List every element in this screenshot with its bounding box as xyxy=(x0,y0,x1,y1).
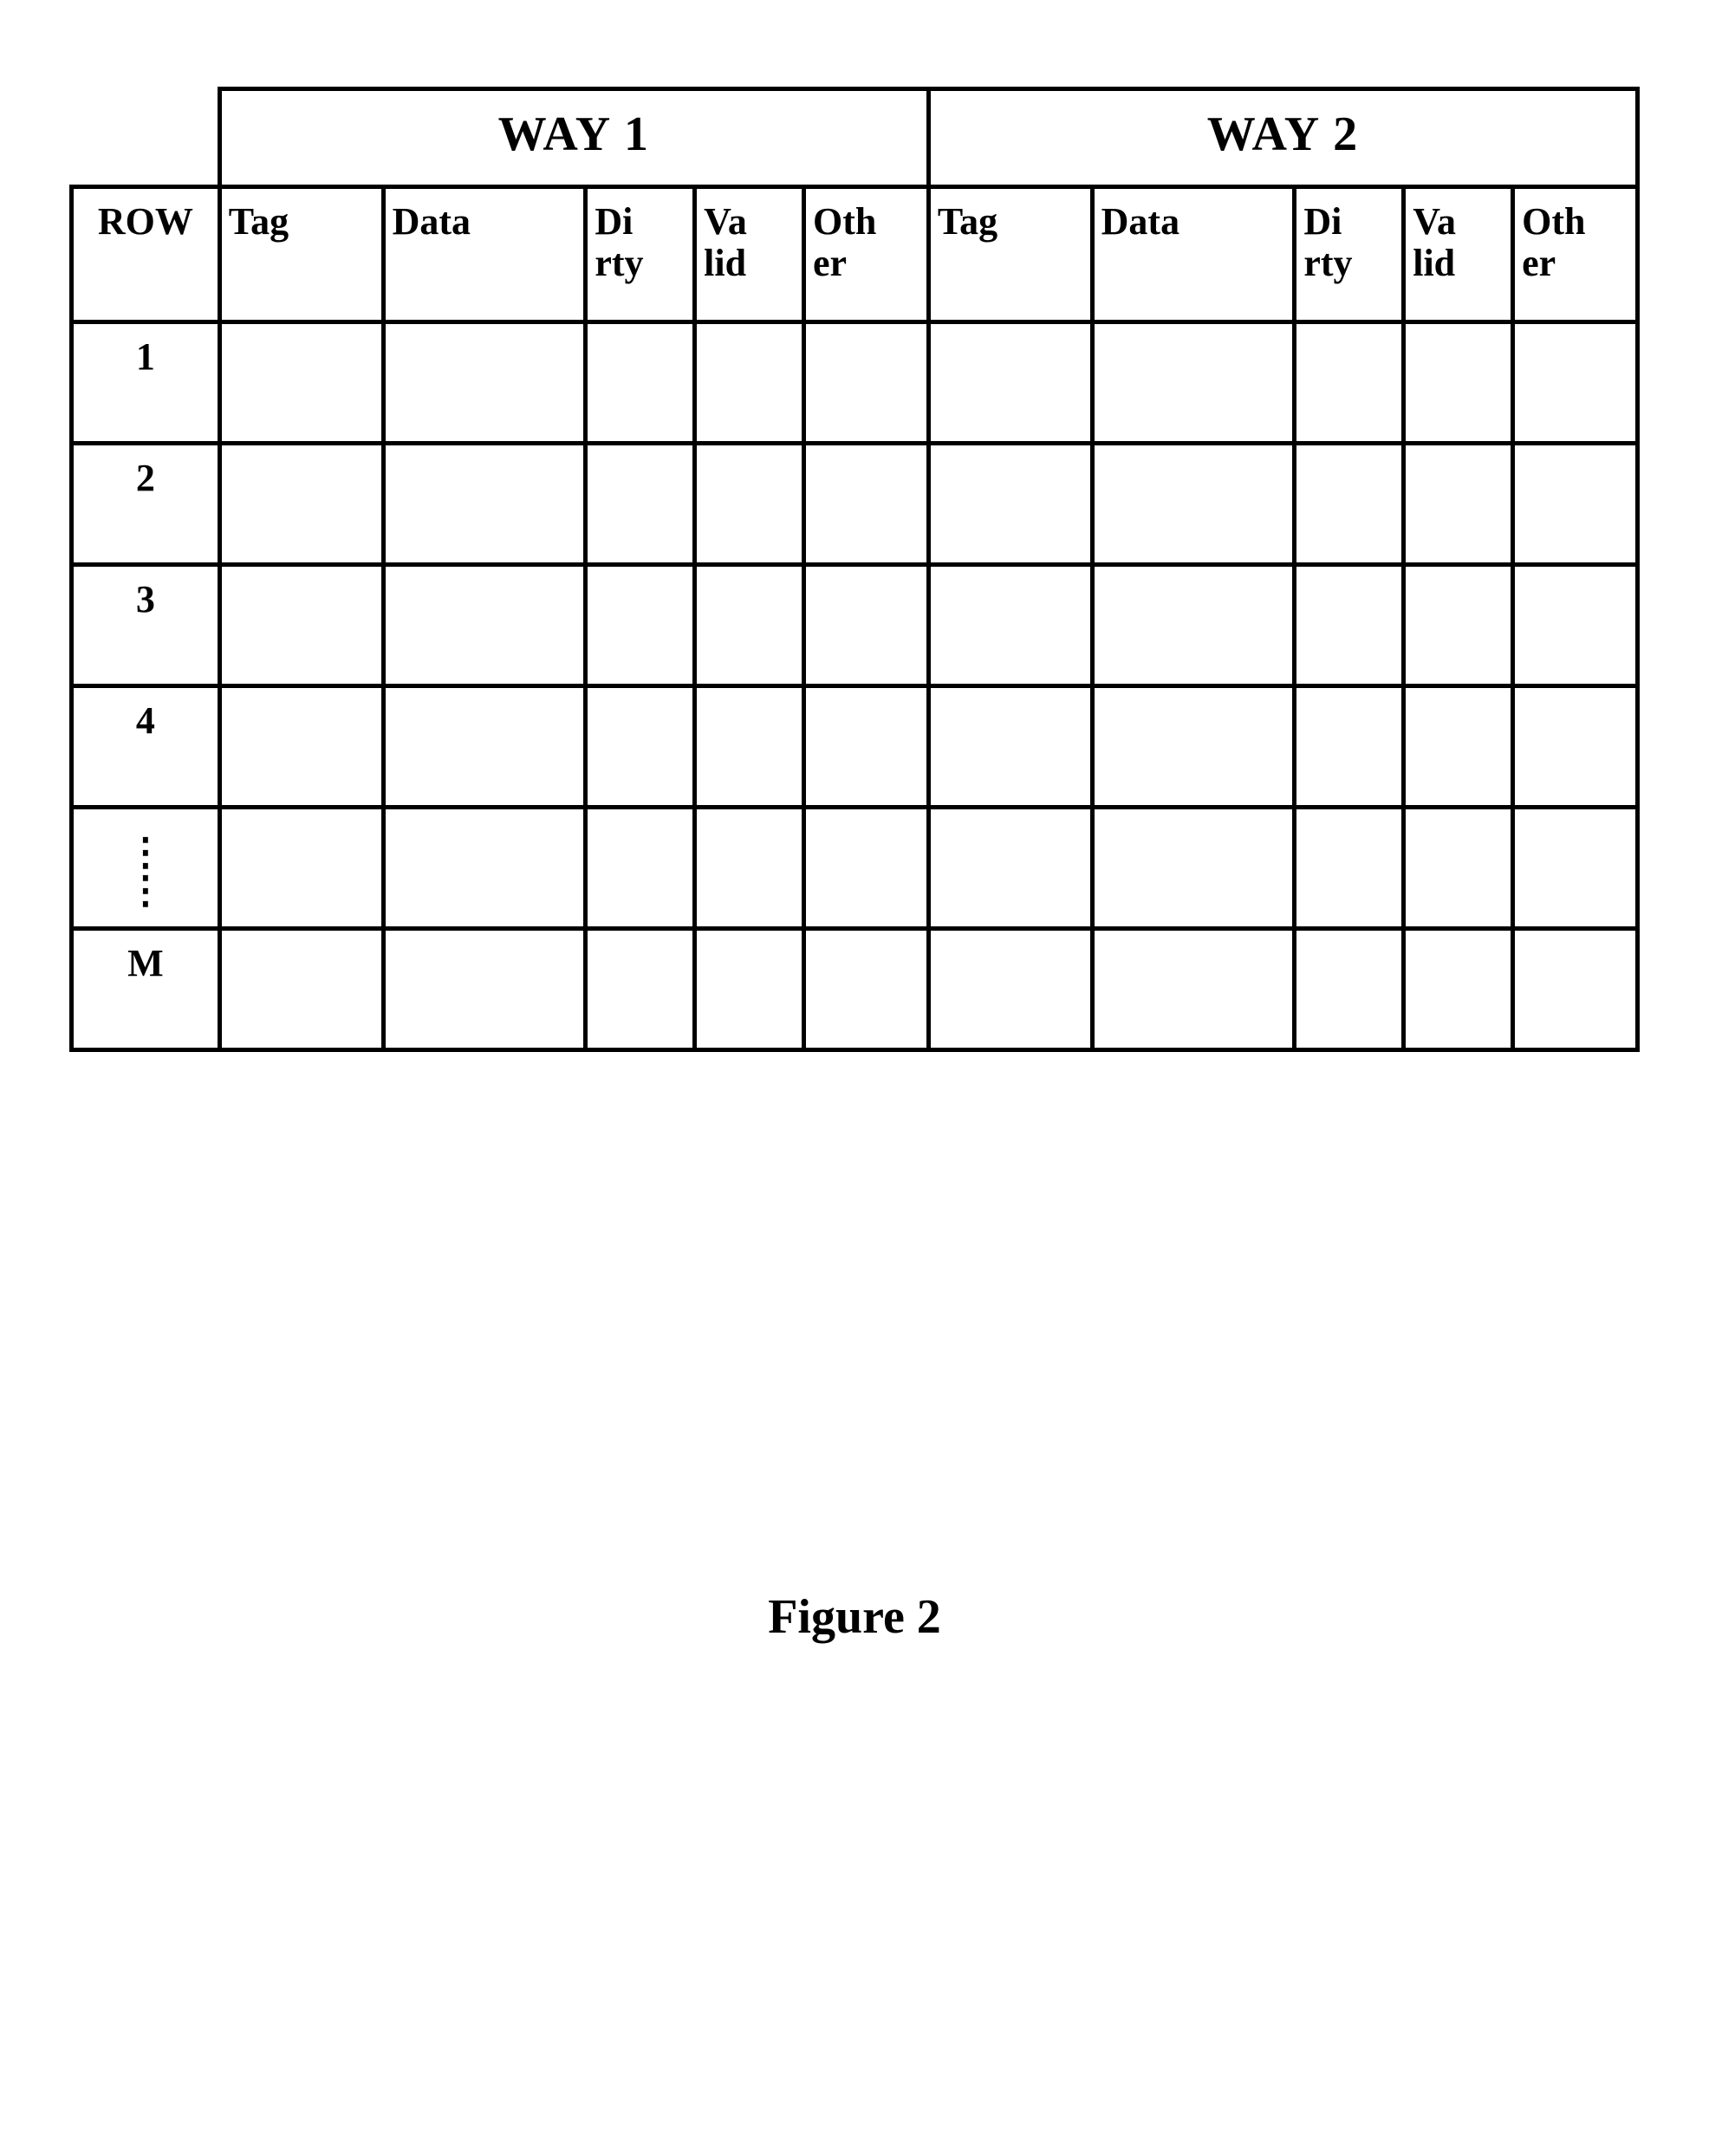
table-row: M xyxy=(72,928,1638,1049)
cell xyxy=(219,807,383,928)
way-header-row: WAY 1 WAY 2 xyxy=(72,89,1638,187)
cell xyxy=(1092,321,1295,443)
way1-tag-header: Tag xyxy=(219,187,383,322)
cell xyxy=(1404,807,1513,928)
cell xyxy=(383,321,586,443)
way1-data-header: Data xyxy=(383,187,586,322)
cell xyxy=(1295,685,1404,807)
table-row: 3 xyxy=(72,564,1638,685)
cell xyxy=(1092,443,1295,564)
way1-other-header: Other xyxy=(804,187,929,322)
way2-header: WAY 2 xyxy=(928,89,1637,187)
cell xyxy=(1295,564,1404,685)
cell xyxy=(804,807,929,928)
row-label-m: M xyxy=(72,928,220,1049)
cell xyxy=(928,685,1092,807)
cell xyxy=(586,685,695,807)
cell xyxy=(586,564,695,685)
cell xyxy=(1092,685,1295,807)
cell xyxy=(1404,564,1513,685)
cell xyxy=(586,928,695,1049)
cell xyxy=(1295,321,1404,443)
cell xyxy=(804,685,929,807)
cell xyxy=(695,443,804,564)
cell xyxy=(928,928,1092,1049)
way1-header: WAY 1 xyxy=(219,89,928,187)
cell xyxy=(383,443,586,564)
cell xyxy=(1513,321,1638,443)
cell xyxy=(928,564,1092,685)
cell xyxy=(219,443,383,564)
cell xyxy=(1295,443,1404,564)
cell xyxy=(1513,807,1638,928)
table-row: 1 xyxy=(72,321,1638,443)
cell xyxy=(804,564,929,685)
cell xyxy=(1404,928,1513,1049)
cell xyxy=(1092,928,1295,1049)
cell xyxy=(383,807,586,928)
row-column-header: ROW xyxy=(72,187,220,322)
column-header-row: ROW Tag Data Dirty Valid Other Tag Data … xyxy=(72,187,1638,322)
cell xyxy=(383,928,586,1049)
row-label-1: 1 xyxy=(72,321,220,443)
figure-caption: Figure 2 xyxy=(69,1589,1640,1645)
cell xyxy=(1092,564,1295,685)
table-row: 4 xyxy=(72,685,1638,807)
cell xyxy=(1404,321,1513,443)
cell xyxy=(804,928,929,1049)
row-label-3: 3 xyxy=(72,564,220,685)
way2-tag-header: Tag xyxy=(928,187,1092,322)
cell xyxy=(219,321,383,443)
cell xyxy=(928,443,1092,564)
cell xyxy=(695,321,804,443)
cell xyxy=(804,443,929,564)
table-row-ellipsis: ⋮⋮ xyxy=(72,807,1638,928)
cell xyxy=(804,321,929,443)
way2-other-header: Other xyxy=(1513,187,1638,322)
cell xyxy=(1513,564,1638,685)
row-label-4: 4 xyxy=(72,685,220,807)
way1-dirty-header: Dirty xyxy=(586,187,695,322)
cache-table: WAY 1 WAY 2 ROW Tag Data Dirty Valid Oth… xyxy=(69,87,1640,1052)
cell xyxy=(1295,807,1404,928)
cell xyxy=(695,685,804,807)
cell xyxy=(928,321,1092,443)
cell xyxy=(219,564,383,685)
cell xyxy=(586,443,695,564)
cell xyxy=(1092,807,1295,928)
way2-dirty-header: Dirty xyxy=(1295,187,1404,322)
cell xyxy=(928,807,1092,928)
table-row: 2 xyxy=(72,443,1638,564)
corner-blank xyxy=(72,89,220,187)
way1-valid-header: Valid xyxy=(695,187,804,322)
cell xyxy=(586,321,695,443)
cell xyxy=(383,564,586,685)
way2-valid-header: Valid xyxy=(1404,187,1513,322)
cell xyxy=(1513,928,1638,1049)
cell xyxy=(1513,685,1638,807)
cell xyxy=(1513,443,1638,564)
way2-data-header: Data xyxy=(1092,187,1295,322)
cell xyxy=(695,564,804,685)
cell xyxy=(1404,443,1513,564)
cell xyxy=(383,685,586,807)
cell xyxy=(695,928,804,1049)
cell xyxy=(586,807,695,928)
cell xyxy=(1404,685,1513,807)
cell xyxy=(219,685,383,807)
row-label-2: 2 xyxy=(72,443,220,564)
row-label-ellipsis: ⋮⋮ xyxy=(72,807,220,928)
cell xyxy=(219,928,383,1049)
cell xyxy=(695,807,804,928)
cell xyxy=(1295,928,1404,1049)
